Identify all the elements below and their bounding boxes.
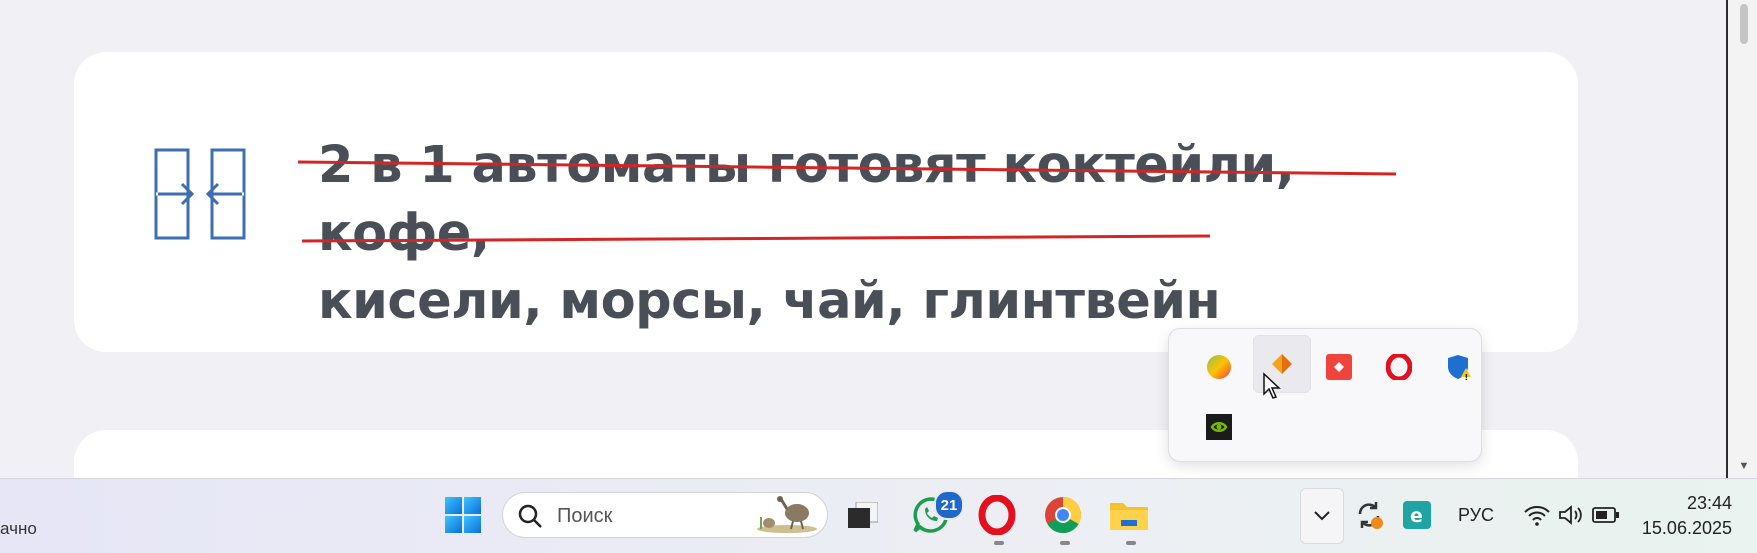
windows-security-warning-icon[interactable]: ! bbox=[1433, 341, 1485, 393]
task-view-icon bbox=[848, 502, 878, 528]
volume-icon bbox=[1559, 505, 1582, 525]
chrome-running-indicator bbox=[1060, 541, 1070, 545]
whatsapp-unread-badge: 21 bbox=[934, 490, 964, 520]
search-highlight-art-icon bbox=[757, 496, 817, 533]
network-volume-battery-group[interactable] bbox=[1512, 486, 1632, 544]
sync-tray-button[interactable] bbox=[1344, 486, 1394, 544]
search-icon bbox=[518, 504, 542, 528]
svg-text:e: e bbox=[1410, 505, 1423, 527]
headline-line-1: 2 в 1 автоматы готовят коктейли, кофе, bbox=[318, 136, 1295, 263]
file-explorer-icon bbox=[1110, 503, 1148, 530]
merge-arrows-icon bbox=[154, 148, 246, 240]
search-placeholder: Поиск bbox=[557, 505, 613, 527]
windows-start-icon bbox=[445, 497, 481, 533]
color-ball-icon[interactable] bbox=[1193, 341, 1245, 393]
eset-tray-button[interactable]: e bbox=[1392, 486, 1442, 544]
show-hidden-icons-button[interactable] bbox=[1300, 488, 1344, 544]
chrome-taskbar-button[interactable] bbox=[1036, 486, 1090, 544]
input-language-indicator[interactable]: РУС bbox=[1458, 505, 1494, 526]
scroll-down-arrow-icon[interactable]: ▼ bbox=[1736, 460, 1752, 474]
anydesk-icon[interactable] bbox=[1313, 341, 1365, 393]
explorer-running-indicator bbox=[1126, 541, 1136, 545]
clock-time[interactable]: 23:44 bbox=[1640, 493, 1732, 514]
opera-taskbar-button[interactable] bbox=[970, 486, 1024, 544]
svg-text:!: ! bbox=[1465, 373, 1469, 381]
task-view-button[interactable] bbox=[836, 486, 890, 544]
taskbar-search-box[interactable]: Поиск bbox=[502, 492, 828, 538]
feature-card: 2 в 1 автоматы готовят коктейли, кофе, к… bbox=[74, 52, 1578, 352]
tray-overflow-panel: ! bbox=[1168, 328, 1482, 462]
scroll-thumb[interactable] bbox=[1740, 4, 1748, 44]
battery-icon bbox=[1592, 507, 1619, 523]
vertical-scrollbar[interactable]: ▼ bbox=[1726, 0, 1757, 478]
chevron-down-icon bbox=[1314, 511, 1330, 521]
clock-date[interactable]: 15.06.2025 bbox=[1640, 518, 1732, 539]
opera-running-indicator bbox=[994, 541, 1004, 545]
nvidia-icon[interactable] bbox=[1193, 401, 1245, 453]
opera-icon bbox=[978, 495, 1016, 535]
opera-tray-icon[interactable] bbox=[1373, 341, 1425, 393]
file-explorer-button[interactable] bbox=[1102, 486, 1156, 544]
start-button[interactable] bbox=[436, 486, 490, 544]
mouse-cursor-icon bbox=[1263, 372, 1281, 399]
chrome-icon bbox=[1045, 497, 1082, 534]
feature-headline: 2 в 1 автоматы готовят коктейли, кофе, к… bbox=[318, 132, 1418, 336]
eset-icon: e bbox=[1403, 501, 1431, 529]
taskbar-left-text: ачно bbox=[0, 519, 37, 538]
headline-line-2: кисели, морсы, чай, глинтвейн bbox=[318, 272, 1221, 331]
wifi-icon bbox=[1524, 506, 1550, 526]
sync-icon bbox=[1358, 502, 1383, 529]
